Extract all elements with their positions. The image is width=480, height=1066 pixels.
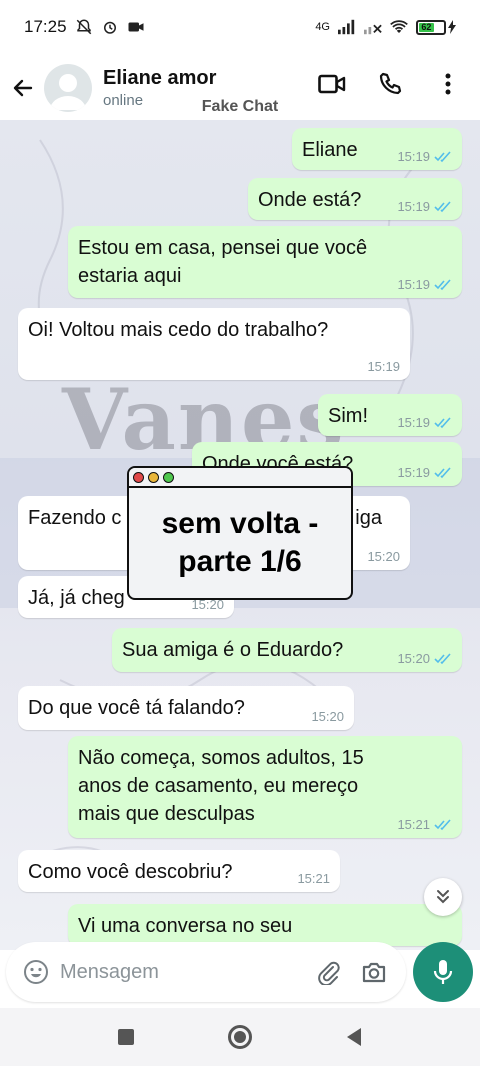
read-receipt-icon [434,151,451,163]
maximize-dot-icon [163,471,174,483]
message-time: 15:19 [397,415,430,430]
dnd-off-icon [75,18,93,36]
message-time: 15:20 [367,549,400,564]
camera-icon [362,962,386,983]
outgoing-message[interactable]: Eliane 15:19 [292,128,462,170]
message-text: Não começa, somos adultos, 15 anos de ca… [78,747,364,825]
incoming-message[interactable]: Como você descobriu? 15:21 [18,850,340,892]
paperclip-icon [318,961,340,985]
contact-name: Eliane amor [103,67,217,89]
status-bar: 17:25 4G 62 [0,0,480,54]
emoji-icon [24,960,48,984]
composer-bar [0,940,480,1006]
read-receipt-icon [434,279,451,291]
more-options-button[interactable] [430,66,466,102]
back-button[interactable] [339,1022,369,1052]
fake-chat-watermark: Fake Chat [201,98,279,115]
message-time: 15:20 [397,651,430,666]
incoming-message[interactable]: Oi! Voltou mais cedo do trabalho? 15:19 [18,308,410,380]
message-input[interactable] [60,960,290,984]
message-time: 15:19 [397,277,430,292]
message-text: Como você descobriu? [28,861,233,883]
message-composer [6,942,406,1002]
minimize-dot-icon [148,471,159,483]
message-meta: 15:21 [397,818,452,832]
voice-call-button[interactable] [372,66,408,102]
message-time: 15:20 [311,709,344,724]
voice-message-button[interactable] [413,942,473,1002]
read-receipt-icon [434,201,451,213]
message-meta: 15:19 [397,200,452,214]
attach-button[interactable] [312,956,344,988]
message-time: 15:19 [397,149,430,164]
battery-indicator: 62 [416,19,456,35]
close-dot-icon [133,471,144,483]
message-time: 15:21 [297,871,330,886]
message-time: 15:19 [397,199,430,214]
message-time: 15:21 [397,817,430,832]
microphone-icon [433,960,453,984]
wifi-icon [390,18,408,36]
message-meta: 15:19 [397,150,452,164]
outgoing-message[interactable]: Sim! 15:19 [318,394,462,436]
episode-title-card: sem volta - parte 1/6 [127,466,353,600]
system-navigation-bar [0,1008,480,1066]
status-time: 17:25 [24,17,67,36]
message-meta: 15:19 [397,466,452,480]
signal-icon [338,18,356,36]
circle-home-icon [228,1025,252,1049]
charging-icon [448,20,456,34]
scroll-to-bottom-button[interactable] [424,878,462,916]
message-time: 15:19 [397,465,430,480]
home-button[interactable] [225,1022,255,1052]
outgoing-message[interactable]: Estou em casa, pensei que você estaria a… [68,226,462,298]
kebab-menu-icon [445,73,451,95]
camera-button[interactable] [358,956,390,988]
message-time: 15:19 [367,359,400,374]
message-text: Estou em casa, pensei que você estaria a… [78,237,368,287]
outgoing-message[interactable]: Onde está? 15:19 [248,178,462,220]
message-meta: 15:19 [367,360,400,374]
message-meta: 15:20 [367,550,400,564]
phone-icon [379,72,402,95]
message-meta: 15:20 [311,710,344,724]
read-receipt-icon [434,417,451,429]
message-meta: 15:19 [397,278,452,292]
video-call-button[interactable] [314,66,350,102]
double-chevron-down-icon [437,890,449,904]
read-receipt-icon [434,819,451,831]
incoming-message[interactable]: Do que você tá falando? 15:20 [18,686,354,730]
read-receipt-icon [434,653,451,665]
alarm-icon [101,18,119,36]
message-text: Oi! Voltou mais cedo do trabalho? [28,319,329,341]
message-text: Do que você tá falando? [28,697,245,719]
message-time: 15:20 [191,597,224,612]
square-icon [118,1029,134,1045]
battery-level: 62 [419,22,434,32]
triangle-back-icon [347,1028,361,1046]
network-type: 4G [315,21,330,33]
message-text-tail: iga [355,507,382,529]
outgoing-message[interactable]: Sua amiga é o Eduardo? 15:20 [112,628,462,672]
video-call-icon [318,74,346,94]
read-receipt-icon [434,467,451,479]
message-meta: 15:21 [297,872,330,886]
signal-no-service-icon [364,18,382,36]
episode-title: sem volta - parte 1/6 [161,507,319,578]
outgoing-message[interactable]: Não começa, somos adultos, 15 anos de ca… [68,736,462,838]
window-titlebar [129,468,351,488]
video-recording-icon [127,18,145,36]
message-meta: 15:20 [191,598,224,612]
message-meta: 15:19 [397,416,452,430]
recents-button[interactable] [111,1022,141,1052]
emoji-button[interactable] [20,956,52,988]
message-meta: 15:20 [397,652,452,666]
